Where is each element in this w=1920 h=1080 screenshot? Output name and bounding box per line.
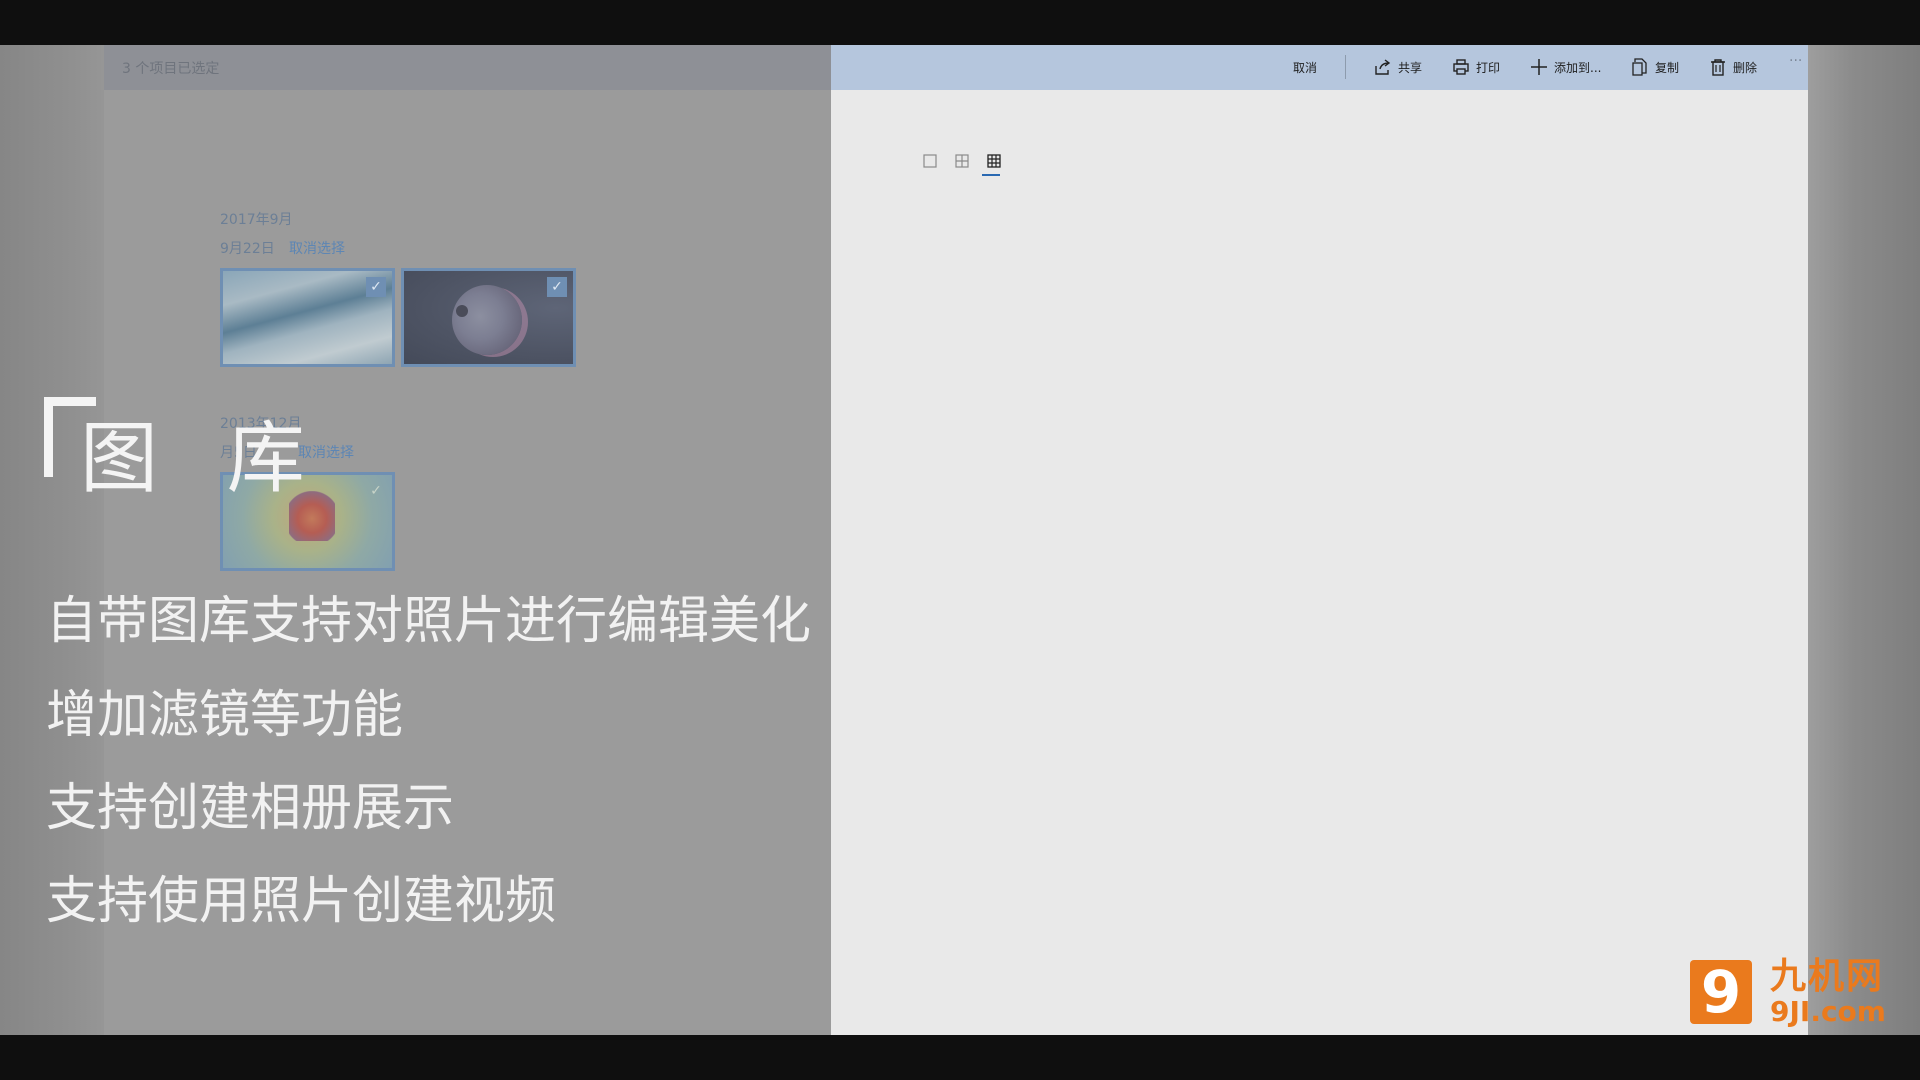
letterbox-bottom [0,1035,1920,1080]
overlay-line-2: 增加滤镜等功能 [46,686,404,745]
share-button[interactable]: 共享 [1374,55,1422,79]
logo-mark-digit: 9 [1700,958,1742,1026]
copy-label: 复制 [1655,60,1680,75]
add-icon [1530,58,1548,76]
active-view-indicator [982,174,1000,176]
print-label: 打印 [1476,60,1501,75]
add-to-button[interactable]: 添加到... [1530,55,1601,79]
blurred-edge-right [1808,45,1920,1035]
checkmark-icon[interactable]: ✓ [366,481,386,501]
moon-image [456,305,468,317]
small-grid-icon[interactable] [986,153,1002,169]
photo-thumbnail-wave[interactable]: ✓ [220,268,395,367]
print-icon [1452,58,1470,76]
brand-logo: 9 九机网 9JI.com [1690,957,1890,1033]
selected-count-label: 3 个项目已选定 [122,61,220,77]
more-options-button[interactable]: ··· [1789,53,1802,69]
add-to-label: 添加到... [1554,60,1602,75]
selection-bar: 3 个项目已选定 [104,45,831,90]
deselect-link[interactable]: 取消选择 [289,238,345,258]
single-view-icon[interactable] [922,153,938,169]
copy-button[interactable]: 复制 [1631,55,1679,79]
overlay-line-3: 支持创建相册展示 [46,779,455,838]
letterbox-top [0,0,1920,45]
checkmark-icon[interactable]: ✓ [366,277,386,297]
delete-icon [1709,58,1727,76]
toolbar-separator [1345,55,1346,79]
logo-english-text: 9JI.com [1770,995,1886,1028]
planet-image [452,285,522,355]
checkmark-icon[interactable]: ✓ [547,277,567,297]
delete-button[interactable]: 删除 [1709,55,1757,79]
video-frame: 3 个项目已选定 2017年9月 9月22日 取消选择 ✓ ✓ 2013年12月… [0,45,1920,1035]
cancel-button[interactable]: 取消 [1293,55,1317,79]
photo-thumbnail-planet[interactable]: ✓ [401,268,576,367]
command-bar: 取消 共享 打印 添加到... 复制 删除 ··· [831,45,1808,90]
logo-mark: 9 [1690,960,1752,1024]
delete-label: 删除 [1733,60,1758,75]
date-day-label: 9月22日 [220,241,275,257]
cancel-label: 取消 [1293,60,1318,75]
photos-app-main: 取消 共享 打印 添加到... 复制 删除 ··· [831,45,1808,1035]
print-button[interactable]: 打印 [1452,55,1500,79]
overlay-title: 图 库 [80,414,327,504]
medium-grid-icon[interactable] [954,153,970,169]
overlay-line-4: 支持使用照片创建视频 [46,872,557,931]
copy-icon [1631,58,1649,76]
overlay-line-1: 自带图库支持对照片进行编辑美化 [46,592,812,651]
share-icon [1374,58,1392,76]
date-group-title-2017-09: 2017年9月 [220,212,293,228]
logo-chinese-text: 九机网 [1770,956,1885,997]
share-label: 共享 [1398,60,1423,75]
